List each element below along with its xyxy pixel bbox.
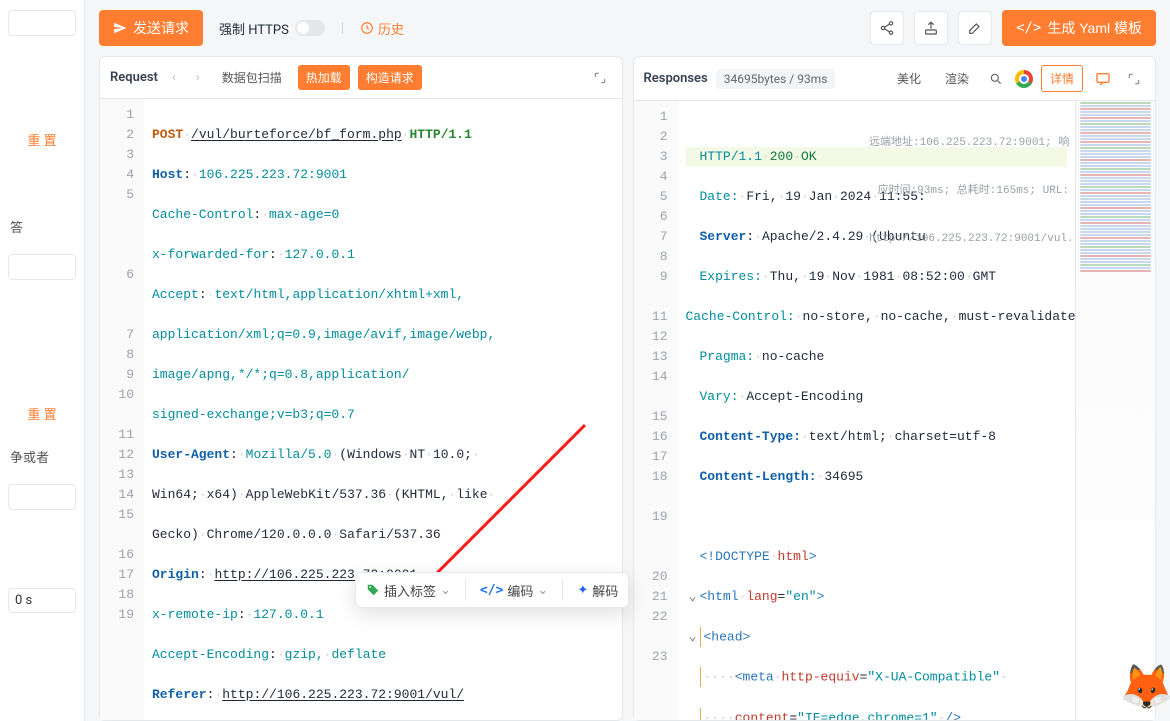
share-icon xyxy=(879,20,895,36)
comment-icon xyxy=(1095,71,1111,87)
beautify-button[interactable]: 美化 xyxy=(889,66,929,91)
side-slot xyxy=(8,254,76,280)
chrome-icon[interactable] xyxy=(1015,70,1033,88)
share-button[interactable] xyxy=(870,11,904,45)
decode-label: 解码 xyxy=(592,581,618,600)
side-slot xyxy=(8,10,76,36)
render-button[interactable]: 渲染 xyxy=(937,66,977,91)
topbar: 发送请求 强制 HTTPS | 历史 </> 生成 Yaml 模板 xyxy=(99,10,1156,46)
hotload-button[interactable]: 热加载 xyxy=(298,65,350,90)
force-https-toggle[interactable]: 强制 HTTPS xyxy=(219,19,325,38)
insert-tag-label: 插入标签 xyxy=(384,581,436,600)
delay-value[interactable]: 0 s xyxy=(8,588,76,613)
send-request-label: 发送请求 xyxy=(133,18,189,38)
tag-icon xyxy=(366,583,380,597)
expand-icon xyxy=(593,71,607,85)
edit-button[interactable] xyxy=(958,11,992,45)
mascot-icon: 🦊 xyxy=(1119,661,1170,713)
response-stat: 34695bytes / 93ms xyxy=(716,69,836,89)
construct-button[interactable]: 构造请求 xyxy=(358,65,422,90)
code-icon: </> xyxy=(480,583,503,598)
scan-button[interactable]: 数据包扫描 xyxy=(214,65,290,90)
history-label: 历史 xyxy=(378,19,404,38)
send-request-button[interactable]: 发送请求 xyxy=(99,10,203,46)
comment-button[interactable] xyxy=(1091,67,1115,91)
contender-label: 争或者 xyxy=(8,443,76,470)
yaml-button[interactable]: </> 生成 Yaml 模板 xyxy=(1002,10,1156,46)
encode-item[interactable]: </> 编码 ⌄ xyxy=(480,581,548,600)
export-icon xyxy=(923,20,939,36)
search-button[interactable] xyxy=(985,68,1007,90)
response-editor[interactable]: 12345678911121314151617181920212223 远端地址… xyxy=(634,101,1156,720)
detail-button[interactable]: 详情 xyxy=(1041,65,1083,92)
request-code[interactable]: POST·/vul/burteforce/bf_form.php·HTTP/1.… xyxy=(144,99,622,720)
clock-icon xyxy=(360,21,374,35)
selection-popup: 插入标签 ⌄ </> 编码 ⌄ ✦ 解码 xyxy=(355,572,629,608)
response-title: Responses xyxy=(644,71,708,86)
expand-icon xyxy=(1127,72,1141,86)
expand-button[interactable] xyxy=(1123,68,1145,90)
nav-next[interactable]: › xyxy=(190,70,206,85)
history-link[interactable]: 历史 xyxy=(360,19,404,38)
request-panel: Request ‹ › 数据包扫描 热加载 构造请求 1234567891011… xyxy=(99,56,623,721)
edit-icon xyxy=(967,20,983,36)
response-code[interactable]: 远端地址:106.225.223.72:9001; 响 应时间:93ms; 总耗… xyxy=(678,101,1076,720)
insert-tag-item[interactable]: 插入标签 ⌄ xyxy=(366,581,451,600)
send-icon xyxy=(113,21,127,35)
expand-button[interactable] xyxy=(588,66,612,90)
request-editor[interactable]: 12345678910111213141516171819 POST·/vul/… xyxy=(100,99,622,720)
side-slot xyxy=(8,484,76,510)
switch-icon xyxy=(295,20,325,36)
answer-label: 答 xyxy=(8,213,76,240)
reset-button-2[interactable]: 重 置 xyxy=(8,398,76,429)
minimap[interactable] xyxy=(1075,101,1155,720)
sparkle-icon: ✦ xyxy=(577,583,588,598)
search-icon xyxy=(989,72,1003,86)
response-meta: 远端地址:106.225.223.72:9001; 响 应时间:93ms; 总耗… xyxy=(869,103,1069,279)
reset-button-1[interactable]: 重 置 xyxy=(8,124,76,155)
yaml-label: 生成 Yaml 模板 xyxy=(1047,18,1142,38)
request-gutter: 12345678910111213141516171819 xyxy=(100,99,144,720)
response-gutter: 12345678911121314151617181920212223 xyxy=(634,101,678,720)
response-panel: Responses 34695bytes / 93ms 美化 渲染 详情 123… xyxy=(633,56,1157,721)
nav-prev[interactable]: ‹ xyxy=(166,70,182,85)
export-button[interactable] xyxy=(914,11,948,45)
force-https-label: 强制 HTTPS xyxy=(219,19,289,38)
decode-item[interactable]: ✦ 解码 xyxy=(577,581,618,600)
side-strip: 重 置 答 重 置 争或者 0 s xyxy=(0,0,85,721)
request-title: Request xyxy=(110,70,158,85)
encode-label: 编码 xyxy=(507,581,533,600)
